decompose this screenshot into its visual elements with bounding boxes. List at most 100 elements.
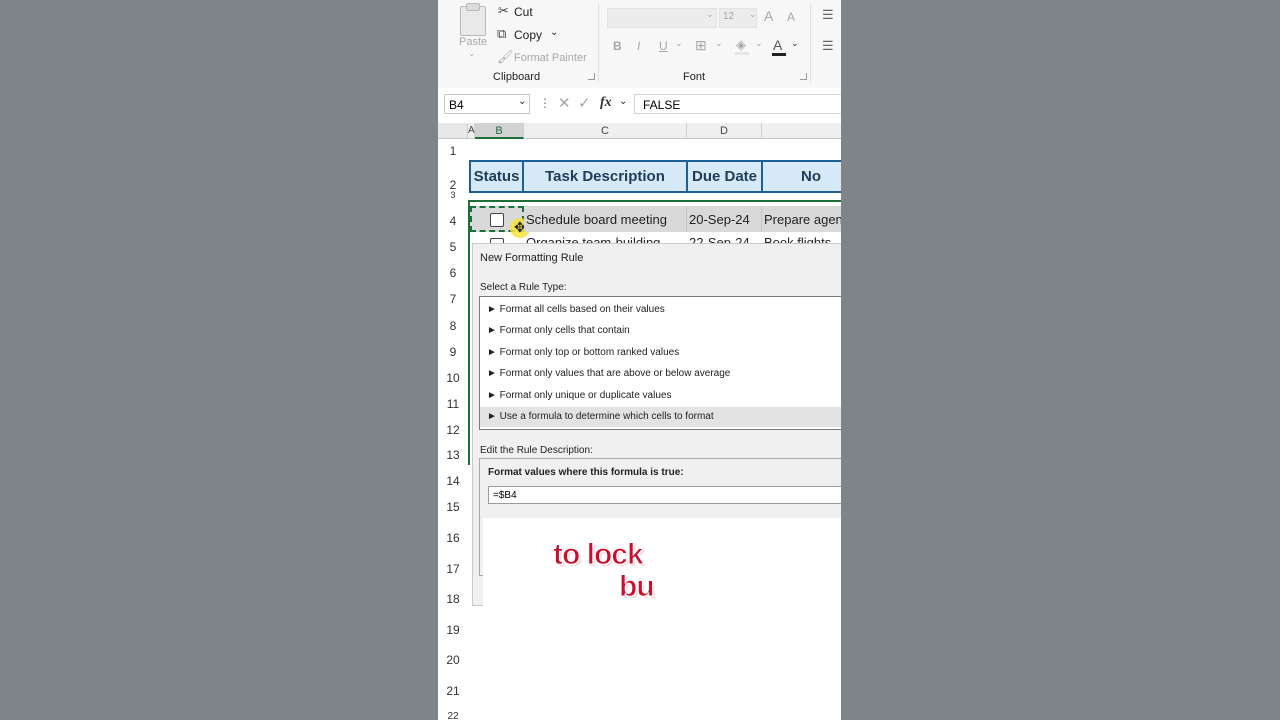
copy-button[interactable]: Copy <box>514 28 542 42</box>
row-header-10[interactable]: 10 <box>438 371 468 385</box>
bold-button[interactable]: B <box>613 39 622 53</box>
group-divider <box>810 4 811 82</box>
font-family-select[interactable] <box>607 8 717 28</box>
row-header-8[interactable]: 8 <box>438 319 468 333</box>
formula-rule-input[interactable]: =$B4 <box>488 486 841 504</box>
format-painter-button[interactable]: Format Painter <box>514 52 587 64</box>
underline-button[interactable]: U <box>659 39 668 53</box>
enter-icon[interactable]: ✓ <box>578 94 591 112</box>
row-header-18[interactable]: 18 <box>438 592 468 606</box>
row-header-22[interactable]: 22 <box>438 711 468 720</box>
row-header-4[interactable]: 4 <box>438 214 468 228</box>
cell-c4[interactable]: Schedule board meeting <box>524 206 687 232</box>
rule-type-item-selected[interactable]: ► Use a formula to determine which cells… <box>480 407 841 427</box>
rule-type-item[interactable]: ► Format only top or bottom ranked value… <box>487 343 841 363</box>
cell-e4[interactable]: Prepare agen <box>762 206 841 232</box>
ribbon: Paste ⌄ ✂ Cut ⧉ Copy ⌄ 🖌 Format Painter … <box>438 0 841 88</box>
column-header-c[interactable]: C <box>524 123 687 139</box>
clipboard-launcher-icon[interactable] <box>588 73 595 80</box>
formula-rule-value: =$B4 <box>493 490 517 501</box>
excel-screen: Paste ⌄ ✂ Cut ⧉ Copy ⌄ 🖌 Format Painter … <box>438 0 841 720</box>
cancel-icon[interactable]: ✕ <box>558 94 571 112</box>
italic-button[interactable]: I <box>637 39 640 53</box>
font-family-chevron-icon[interactable]: ⌄ <box>706 9 714 20</box>
caption-overlay: to lock bu <box>483 518 841 616</box>
row-header-5[interactable]: 5 <box>438 240 468 254</box>
rule-type-item[interactable]: ► Format only values that are above or b… <box>487 364 841 384</box>
row-header-11[interactable]: 11 <box>438 397 468 411</box>
font-size-chevron-icon[interactable]: ⌄ <box>749 9 757 20</box>
select-all-corner[interactable] <box>438 123 468 139</box>
borders-dropdown-icon[interactable]: ⌄ <box>715 38 723 49</box>
header-task-description[interactable]: Task Description <box>522 160 688 193</box>
row-header-17[interactable]: 17 <box>438 562 468 576</box>
column-header-a[interactable]: A <box>468 123 475 139</box>
row-header-20[interactable]: 20 <box>438 653 468 667</box>
borders-icon[interactable]: ⊞ <box>695 37 707 54</box>
edit-rule-description-label: Edit the Rule Description: <box>480 445 593 456</box>
clipboard-group-label: Clipboard <box>493 71 541 83</box>
paste-icon[interactable] <box>460 3 486 36</box>
row-header-14[interactable]: 14 <box>438 474 468 488</box>
row-header-12[interactable]: 12 <box>438 423 468 437</box>
row-header-19[interactable]: 19 <box>438 623 468 637</box>
name-box-value: B4 <box>449 98 464 112</box>
select-rule-type-label: Select a Rule Type: <box>480 282 567 293</box>
formula-label: Format values where this formula is true… <box>488 467 684 478</box>
cell-c5[interactable]: Organize team-building <box>526 232 660 243</box>
font-color-dropdown-icon[interactable]: ⌄ <box>791 38 799 49</box>
column-header-d[interactable]: D <box>687 123 762 139</box>
header-due-date[interactable]: Due Date <box>686 160 763 193</box>
copy-icon: ⧉ <box>497 26 507 41</box>
group-divider <box>598 4 599 82</box>
underline-dropdown-icon[interactable]: ⌄ <box>675 38 683 49</box>
shrink-font-icon[interactable]: A <box>787 10 795 24</box>
copy-dropdown-icon[interactable]: ⌄ <box>550 27 558 38</box>
formula-value: FALSE <box>643 98 681 112</box>
scissors-icon: ✂ <box>498 3 509 18</box>
caption-line-2: bu <box>619 570 656 604</box>
row-header-6[interactable]: 6 <box>438 266 468 280</box>
checkbox[interactable] <box>490 213 504 227</box>
dialog-title: New Formatting Rule <box>480 252 584 264</box>
cut-button[interactable]: Cut <box>514 5 533 19</box>
paste-button[interactable]: Paste <box>459 36 487 48</box>
font-group-label: Font <box>683 71 706 83</box>
row-header-13[interactable]: 13 <box>438 448 468 462</box>
rule-type-item[interactable]: ► Format only cells that contain <box>487 321 841 341</box>
row-header-16[interactable]: 16 <box>438 531 468 545</box>
cell-d4[interactable]: 20-Sep-24 <box>687 206 762 232</box>
column-header-e[interactable] <box>762 123 841 139</box>
column-header-b[interactable]: B <box>475 123 524 139</box>
row-header-3[interactable]: 3 <box>438 190 468 198</box>
align-top-icon[interactable]: ☰ <box>822 8 834 22</box>
row-header-7[interactable]: 7 <box>438 292 468 306</box>
align-left-icon[interactable]: ☰ <box>822 39 834 53</box>
cell-e5[interactable]: Book flights <box>764 232 831 243</box>
formula-input[interactable]: FALSE <box>634 94 841 114</box>
fx-chevron-icon[interactable]: ⌄ <box>619 96 627 107</box>
rule-type-item[interactable]: ► Format only unique or duplicate values <box>487 386 841 406</box>
range-border-top <box>468 200 841 202</box>
fill-color-icon[interactable]: ◈ <box>736 37 746 53</box>
more-options-icon[interactable]: ⋮ <box>539 96 551 110</box>
row-5: Organize team-building 22-Sep-24 Book fl… <box>470 232 841 243</box>
row-header-1[interactable]: 1 <box>438 144 468 158</box>
row-header-9[interactable]: 9 <box>438 345 468 359</box>
row-header-21[interactable]: 21 <box>438 684 468 698</box>
font-color-icon[interactable]: A <box>773 37 782 53</box>
cell-d5[interactable]: 22-Sep-24 <box>689 232 750 243</box>
fill-color-dropdown-icon[interactable]: ⌄ <box>755 38 763 49</box>
header-status[interactable]: Status <box>469 160 524 193</box>
row-header-15[interactable]: 15 <box>438 500 468 514</box>
rule-type-item[interactable]: ► Format all cells based on their values <box>487 300 841 320</box>
formula-bar: B4 ⌄ ⋮ ✕ ✓ fx ⌄ FALSE <box>438 92 841 118</box>
caption-line-1: to lock <box>553 538 645 572</box>
font-launcher-icon[interactable] <box>800 73 807 80</box>
paste-dropdown-icon[interactable]: ⌄ <box>468 48 476 59</box>
header-notes[interactable]: No <box>761 160 841 193</box>
insert-function-icon[interactable]: fx <box>600 95 612 111</box>
name-box-chevron-icon[interactable]: ⌄ <box>518 96 526 107</box>
rule-type-list[interactable]: ► Format all cells based on their values… <box>479 296 841 430</box>
grow-font-icon[interactable]: A <box>764 8 773 24</box>
